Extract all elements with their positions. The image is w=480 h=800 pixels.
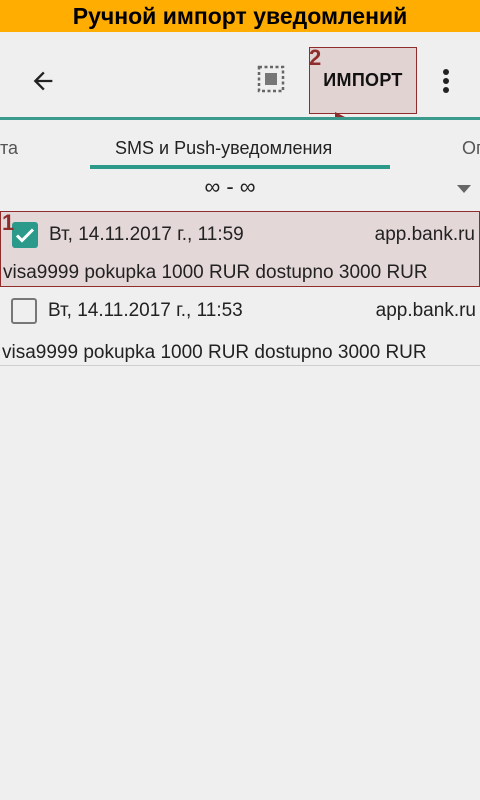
arrow-left-icon bbox=[33, 71, 53, 91]
item-date: Вт, 14.11.2017 г., 11:59 bbox=[49, 224, 244, 245]
tab-previous[interactable]: та bbox=[0, 138, 18, 159]
checkbox-unchecked[interactable] bbox=[11, 298, 37, 324]
dropdown-caret-icon bbox=[457, 185, 471, 193]
select-all-button[interactable] bbox=[252, 60, 290, 98]
active-tab-indicator bbox=[90, 165, 390, 169]
import-button[interactable]: ИМПОРТ bbox=[309, 47, 417, 114]
tab-sms-push-label: SMS и Push-уведомления bbox=[115, 138, 333, 158]
item-body: visa9999 pokupka 1000 RUR dostupno 3000 … bbox=[2, 342, 427, 363]
tab-previous-label: та bbox=[0, 138, 19, 158]
import-button-label: ИМПОРТ bbox=[323, 70, 403, 90]
checkbox-checked[interactable] bbox=[12, 222, 38, 248]
notification-item-2[interactable]: Вт, 14.11.2017 г., 11:53 app.bank.ru vis… bbox=[0, 288, 480, 364]
tab-bar: та SMS и Push-уведомления Ог bbox=[0, 120, 480, 170]
period-value: ∞ - ∞ bbox=[204, 174, 256, 199]
item-date: Вт, 14.11.2017 г., 11:53 bbox=[48, 300, 243, 321]
tab-next[interactable]: Ог bbox=[462, 138, 480, 159]
annotation-step-1: 1 bbox=[2, 210, 15, 235]
item-body: visa9999 pokupka 1000 RUR dostupno 3000 … bbox=[3, 262, 428, 283]
item-source: app.bank.ru bbox=[375, 300, 476, 321]
more-options-button[interactable] bbox=[434, 64, 458, 98]
app-bar: ИМПОРТ bbox=[0, 32, 480, 118]
annotation-step-2: 2 bbox=[309, 45, 322, 70]
check-icon bbox=[15, 228, 35, 243]
tab-next-label: Ог bbox=[462, 138, 480, 158]
list-divider bbox=[0, 365, 480, 366]
more-vert-icon bbox=[443, 69, 449, 93]
page-title-banner: Ручной импорт уведомлений bbox=[0, 0, 480, 32]
page-title: Ручной импорт уведомлений bbox=[72, 2, 408, 29]
notification-item-1[interactable]: Вт, 14.11.2017 г., 11:59 app.bank.ru vis… bbox=[0, 211, 480, 287]
item-source: app.bank.ru bbox=[374, 224, 475, 245]
select-all-icon bbox=[257, 65, 285, 93]
period-selector[interactable]: ∞ - ∞ bbox=[0, 170, 480, 210]
back-button[interactable] bbox=[22, 60, 64, 102]
tab-sms-push[interactable]: SMS и Push-уведомления bbox=[115, 138, 332, 159]
